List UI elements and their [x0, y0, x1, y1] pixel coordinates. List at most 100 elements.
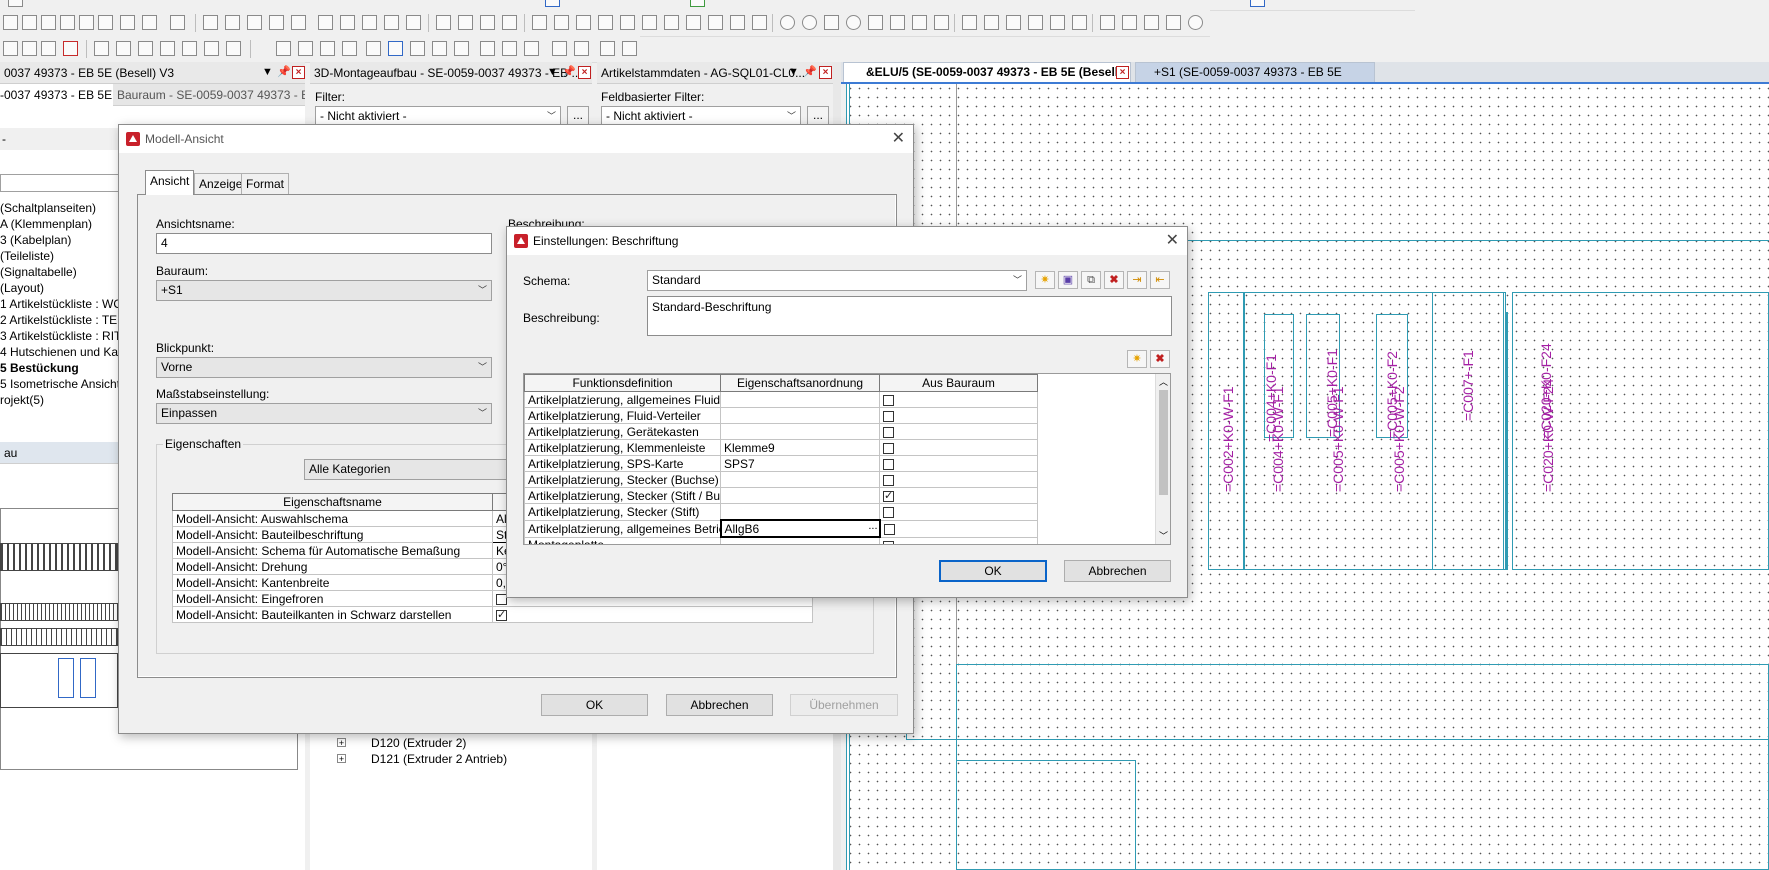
dropdown-icon[interactable]: ▼: [261, 66, 274, 79]
toolbar-icon[interactable]: [79, 15, 94, 30]
property-cell-editing[interactable]: AllgB6...: [719, 519, 881, 538]
toolbar-icon[interactable]: [524, 41, 539, 56]
toolbar-icon[interactable]: [1028, 15, 1043, 30]
property-cell[interactable]: [720, 423, 880, 440]
tree-expander-icon[interactable]: +: [337, 738, 346, 748]
table-row[interactable]: Montageplatte: [524, 536, 1038, 544]
aus-bauraum-checkbox[interactable]: [883, 458, 894, 470]
toolbar-icon[interactable]: [454, 41, 469, 56]
toolbar-icon[interactable]: [554, 15, 569, 30]
close-icon[interactable]: ×: [578, 66, 591, 79]
toolbar-icon[interactable]: [60, 15, 75, 30]
polygon-tool-icon[interactable]: [868, 15, 883, 30]
toolbar-icon[interactable]: [686, 15, 701, 30]
tree-item[interactable]: (Layout): [0, 280, 44, 296]
drawing-label[interactable]: =C005+K0-W-F1: [1330, 386, 1346, 492]
toolbar-icon[interactable]: [598, 15, 613, 30]
eigenschaftsname-header[interactable]: Eigenschaftsname: [172, 493, 493, 511]
toolbar-icon[interactable]: [576, 15, 591, 30]
toolbar-icon[interactable]: [642, 15, 657, 30]
modell-apply-button[interactable]: Übernehmen: [790, 694, 898, 716]
toolbar-icon[interactable]: [94, 41, 109, 56]
delete-schema-icon[interactable]: ✖: [1104, 271, 1124, 289]
tab-ansicht[interactable]: Ansicht: [145, 170, 195, 195]
table-row-editing[interactable]: Artikelplatzierung, allgemeines Betrie..…: [524, 519, 1038, 538]
beschriftung-cancel-button[interactable]: Abbrechen: [1064, 560, 1171, 582]
location-icon[interactable]: [480, 41, 495, 56]
table-row[interactable]: Artikelplatzierung, Stecker (Stift): [524, 503, 1038, 521]
toolbar-icon[interactable]: [269, 15, 284, 30]
toolbar-icon[interactable]: [622, 41, 637, 56]
toolbar-icon[interactable]: [170, 15, 185, 30]
toolbar-icon[interactable]: [320, 41, 335, 56]
save-schema-icon[interactable]: ▣: [1058, 271, 1078, 289]
table-row[interactable]: Artikelplatzierung, Stecker (Buchse): [524, 471, 1038, 488]
aus-bauraum-checkbox[interactable]: [883, 540, 894, 544]
aus-bauraum-checkbox[interactable]: [883, 394, 894, 406]
tree-item[interactable]: 3 (Kabelplan): [0, 232, 71, 248]
beschriftung-ok-button[interactable]: OK: [939, 560, 1047, 582]
kanten-schwarz-checkbox[interactable]: [496, 608, 507, 621]
toolbar-icon[interactable]: [41, 41, 56, 56]
modell-ok-button[interactable]: OK: [541, 694, 648, 716]
toolbar-icon[interactable]: [752, 15, 767, 30]
circle-tool-icon[interactable]: [780, 15, 795, 30]
pin-icon[interactable]: 📌: [803, 66, 817, 79]
close-icon[interactable]: ×: [819, 66, 832, 79]
toolbar-icon[interactable]: [730, 15, 745, 30]
toolbar-icon[interactable]: [182, 41, 197, 56]
close-icon[interactable]: ×: [1116, 66, 1129, 79]
property-cell[interactable]: [720, 503, 880, 521]
ansichtsname-input[interactable]: 4: [156, 233, 492, 254]
toolbar-icon[interactable]: [8, 0, 23, 7]
grid-vertical-scrollbar[interactable]: ︿ ﹀: [1155, 374, 1170, 544]
table-row[interactable]: Artikelplatzierung, Stecker (Stift / Bu.…: [524, 487, 1038, 504]
new-row-icon[interactable]: ✷: [1127, 350, 1147, 368]
tree-item[interactable]: D120 (Extruder 2): [371, 735, 466, 751]
scrollbar-thumb[interactable]: [1159, 390, 1168, 495]
blickpunkt-select[interactable]: Vorne ﹀: [156, 357, 492, 378]
toolbar-icon[interactable]: [600, 41, 615, 56]
funktionsdefinition-header[interactable]: Funktionsdefinition: [524, 374, 721, 392]
property-cell[interactable]: [720, 391, 880, 408]
property-cell[interactable]: [720, 471, 880, 488]
aus-bauraum-header[interactable]: Aus Bauraum: [879, 374, 1038, 392]
doc-tab-inactive[interactable]: +S1 (SE-0059-0037 49373 - EB 5E (Besell)…: [1135, 62, 1375, 97]
aus-bauraum-checkbox[interactable]: [883, 474, 894, 486]
toolbar-icon[interactable]: [1122, 15, 1137, 30]
toolbar-icon[interactable]: [276, 41, 291, 56]
close-icon[interactable]: ×: [292, 66, 305, 79]
toolbar-icon[interactable]: [3, 15, 18, 30]
drawing-label[interactable]: =C005+K0-W-F2: [1391, 386, 1407, 492]
tree-item[interactable]: (Teileliste): [0, 248, 54, 264]
toolbar-icon[interactable]: [41, 15, 56, 30]
doc-tab-active[interactable]: &ELU/5 (SE-0059-0037 49373 - EB 5E (Bese…: [843, 62, 1131, 97]
toolbar-icon[interactable]: [63, 41, 78, 56]
toolbar-icon[interactable]: [406, 15, 421, 30]
toolbar-icon[interactable]: [1100, 15, 1115, 30]
tree-expander-icon[interactable]: +: [337, 754, 346, 764]
modell-cancel-button[interactable]: Abbrechen: [666, 694, 773, 716]
massstab-select[interactable]: Einpassen ﹀: [156, 403, 492, 424]
dropdown-icon[interactable]: ▼: [787, 66, 800, 79]
bauraum-select[interactable]: +S1 ﹀: [156, 280, 492, 301]
aus-bauraum-checkbox[interactable]: [883, 489, 894, 502]
pin-icon[interactable]: 📌: [277, 66, 291, 79]
table-row[interactable]: Artikelplatzierung, SPS-Karte SPS7: [524, 455, 1038, 472]
toolbar-icon[interactable]: [22, 15, 37, 30]
tree-item[interactable]: D121 (Extruder 2 Antrieb): [371, 751, 507, 767]
copy-schema-icon[interactable]: ⧉: [1081, 271, 1101, 289]
toolbar-icon[interactable]: [890, 15, 905, 30]
toolbar-icon[interactable]: [436, 15, 451, 30]
toolbar-icon[interactable]: [708, 15, 723, 30]
toolbar-icon[interactable]: [984, 15, 999, 30]
toolbar-icon[interactable]: [1006, 15, 1021, 30]
refresh-icon[interactable]: [1188, 15, 1203, 30]
tab-anzeige[interactable]: Anzeige: [194, 173, 248, 195]
toolbar-icon[interactable]: [432, 41, 447, 56]
property-cell[interactable]: Klemme9: [720, 439, 880, 456]
left-filter-box[interactable]: [0, 174, 120, 192]
tree-item[interactable]: 5 Isometrische Ansicht: [0, 376, 120, 392]
toolbar-icon[interactable]: [552, 41, 567, 56]
table-row[interactable]: Artikelplatzierung, Klemmenleiste Klemme9: [524, 439, 1038, 456]
